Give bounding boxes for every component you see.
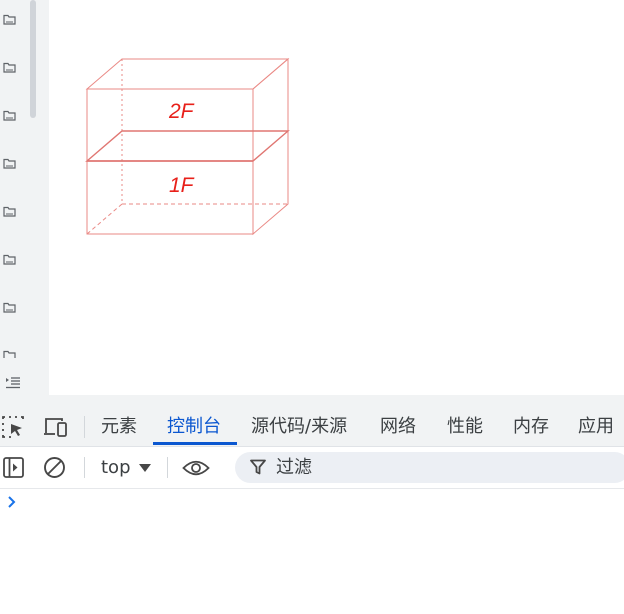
tab-memory[interactable]: 内存 <box>513 407 549 446</box>
sidebar-scrollbar[interactable] <box>30 0 36 118</box>
chevron-down-icon[interactable] <box>139 464 151 472</box>
indent-icon[interactable] <box>6 377 20 389</box>
folder-icon[interactable] <box>3 158 16 169</box>
tab-application[interactable]: 应用 <box>578 407 614 446</box>
device-toggle-icon[interactable] <box>43 416 69 438</box>
folder-icon[interactable] <box>3 254 16 265</box>
folder-icon[interactable] <box>3 110 16 121</box>
floor-slab <box>85 130 290 162</box>
tab-performance[interactable]: 性能 <box>447 407 483 446</box>
clear-console-icon[interactable] <box>43 456 66 479</box>
toolbar-divider <box>84 457 85 478</box>
tab-console[interactable]: 控制台 <box>167 407 221 446</box>
filter-placeholder: 过滤 <box>276 457 312 478</box>
building-canvas: 2F 1F <box>49 0 624 395</box>
building-wireframe <box>85 57 290 236</box>
eye-icon[interactable] <box>182 460 210 476</box>
toolbar-divider <box>84 416 85 438</box>
folder-icon[interactable] <box>3 62 16 73</box>
folder-icon[interactable] <box>3 14 16 25</box>
tab-sources[interactable]: 源代码/来源 <box>251 407 347 446</box>
inspect-icon[interactable] <box>1 416 25 438</box>
file-sidebar <box>0 0 38 395</box>
devtools-panel: 元素 控制台 源代码/来源 网络 性能 内存 应用 top 过滤 <box>0 407 624 614</box>
tab-network[interactable]: 网络 <box>380 407 416 446</box>
floor-label-2f: 2F <box>169 100 194 123</box>
tab-elements[interactable]: 元素 <box>101 407 137 446</box>
folder-icon[interactable] <box>3 302 16 313</box>
active-tab-indicator <box>153 442 237 445</box>
sidebar-toggle-icon[interactable] <box>3 457 24 478</box>
context-selector[interactable]: top <box>101 447 131 488</box>
folder-icon[interactable] <box>3 350 16 358</box>
hidden-edge <box>86 203 123 235</box>
devtools-tab-bar: 元素 控制台 源代码/来源 网络 性能 内存 应用 <box>0 407 624 447</box>
filter-icon <box>250 459 266 475</box>
floor-label-1f: 1F <box>169 174 194 197</box>
folder-icon[interactable] <box>3 206 16 217</box>
console-toolbar: top 过滤 <box>0 447 624 489</box>
prompt-chevron-icon <box>8 496 16 508</box>
toolbar-divider <box>167 457 168 478</box>
